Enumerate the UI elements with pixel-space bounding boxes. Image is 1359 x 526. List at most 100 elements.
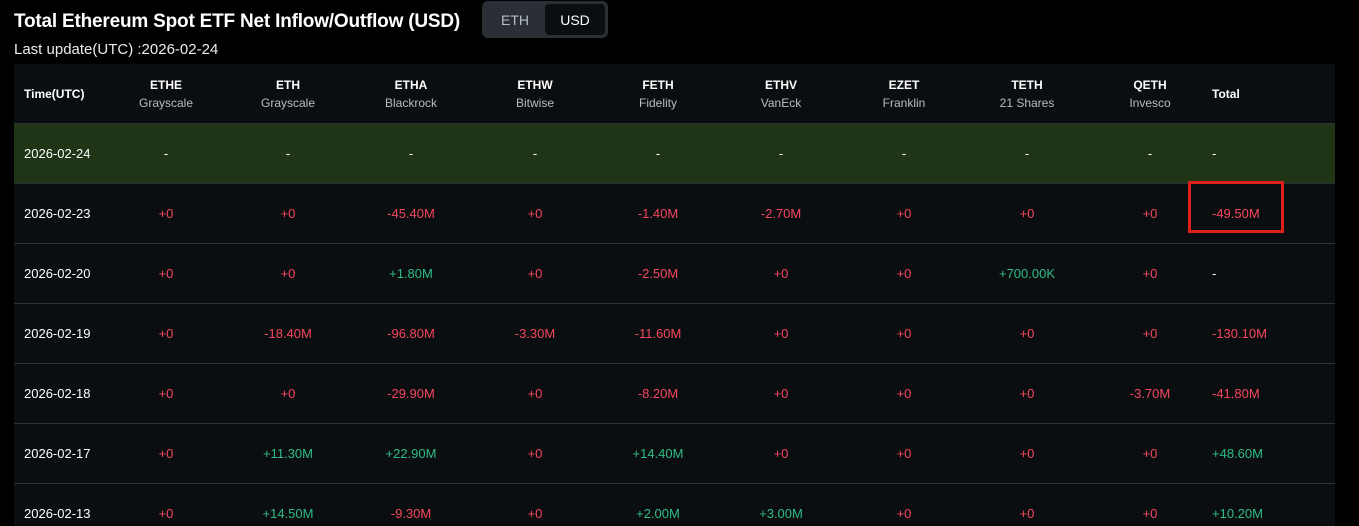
cell-ethe: +0 (158, 266, 174, 281)
cell-eth: - (285, 146, 291, 161)
cell-etha: +1.80M (389, 266, 433, 281)
etf-flow-page: Total Ethereum Spot ETF Net Inflow/Outfl… (0, 0, 1359, 526)
row-date: 2026-02-20 (24, 266, 91, 281)
cell-ezet: - (901, 146, 907, 161)
cell-feth: -1.40M (637, 206, 679, 221)
cell-ethv: +3.00M (759, 506, 803, 521)
table-row[interactable]: 2026-02-18 +0 +0 -29.90M +0 -8.20M +0 +0 +0 -3.70… (14, 364, 1335, 424)
cell-ethv: +0 (773, 266, 789, 281)
header-total: Total (1212, 64, 1312, 123)
header-time-label: Time(UTC) (24, 86, 85, 101)
cell-teth: +0 (1019, 506, 1035, 521)
header-issuer: VanEck (760, 95, 802, 110)
cell-etha: -45.40M (387, 206, 435, 221)
cell-eth: +0 (280, 386, 296, 401)
cell-total: +10.20M (1212, 506, 1263, 521)
cell-teth: - (1024, 146, 1030, 161)
cell-ethw: - (532, 146, 538, 161)
header-issuer: Invesco (1129, 95, 1171, 110)
cell-eth: +0 (280, 206, 296, 221)
header-issuer: Grayscale (138, 95, 194, 110)
cell-ethe: +0 (158, 446, 174, 461)
cell-ethv: +0 (773, 386, 789, 401)
cell-ezet: +0 (896, 386, 912, 401)
cell-eth: -18.40M (264, 326, 312, 341)
cell-qeth: +0 (1142, 266, 1158, 281)
table-row[interactable]: 2026-02-19 +0 -18.40M -96.80M -3.30M -11.60M +… (14, 304, 1335, 364)
header-col-ezet: EZET Franklin (849, 64, 959, 123)
header-code: TETH (1011, 77, 1043, 92)
cell-eth: +0 (280, 266, 296, 281)
cell-feth: -11.60M (634, 326, 682, 341)
cell-total: -130.10M (1212, 326, 1267, 341)
cell-ethe: - (163, 146, 169, 161)
header-code: ETH (276, 77, 300, 92)
header-issuer: Bitwise (515, 95, 554, 110)
cell-etha: -9.30M (390, 506, 432, 521)
header-code: ETHV (764, 77, 797, 92)
table-row[interactable]: 2026-02-24 - - - - - - - - - - (14, 124, 1335, 184)
header-issuer: Grayscale (260, 95, 316, 110)
row-date: 2026-02-23 (24, 206, 91, 221)
cell-ethv: -2.70M (760, 206, 802, 221)
cell-teth: +0 (1019, 326, 1035, 341)
header-issuer: 21 Shares (999, 95, 1055, 110)
cell-teth: +700.00K (998, 266, 1056, 281)
row-date: 2026-02-17 (24, 446, 91, 461)
cell-etha: +22.90M (385, 446, 437, 461)
etf-flow-table: Time(UTC) ETHE Grayscale ETH Grayscale ETHA Bl… (14, 64, 1335, 526)
cell-ethw: +0 (527, 266, 543, 281)
cell-qeth: +0 (1142, 446, 1158, 461)
header-time: Time(UTC) (24, 64, 124, 123)
cell-total: -41.80M (1212, 386, 1260, 401)
table-scroll-edge (1335, 64, 1359, 526)
header-col-qeth: QETH Invesco (1095, 64, 1205, 123)
cell-etha: -96.80M (387, 326, 435, 341)
cell-teth: +0 (1019, 386, 1035, 401)
cell-qeth: - (1147, 146, 1153, 161)
last-update-text: Last update(UTC) :2026-02-24 (14, 41, 219, 58)
cell-ezet: +0 (896, 446, 912, 461)
cell-ethw: +0 (527, 206, 543, 221)
cell-etha: -29.90M (387, 386, 435, 401)
table-row[interactable]: 2026-02-17 +0 +11.30M +22.90M +0 +14.40M +0 +0 +… (14, 424, 1335, 484)
header-col-eth: ETH Grayscale (233, 64, 343, 123)
cell-ethw: +0 (527, 446, 543, 461)
cell-ethw: -3.30M (514, 326, 556, 341)
page-header: Total Ethereum Spot ETF Net Inflow/Outfl… (14, 0, 460, 44)
toggle-eth-option[interactable]: ETH (485, 4, 545, 35)
cell-teth: +0 (1019, 446, 1035, 461)
cell-ethv: +0 (773, 326, 789, 341)
cell-eth: +11.30M (263, 446, 313, 461)
table-row[interactable]: 2026-02-23 +0 +0 -45.40M +0 -1.40M -2.70M +0 +0 +… (14, 184, 1335, 244)
header-code: FETH (642, 77, 674, 92)
header-total-label: Total (1212, 86, 1240, 101)
table-row[interactable]: 2026-02-20 +0 +0 +1.80M +0 -2.50M +0 +0 +700.00K… (14, 244, 1335, 304)
header-col-ethv: ETHV VanEck (726, 64, 836, 123)
header-code: EZET (888, 77, 920, 92)
unit-toggle: ETH USD (482, 1, 608, 38)
cell-feth: -8.20M (637, 386, 679, 401)
cell-total: +48.60M (1212, 446, 1263, 461)
cell-ezet: +0 (896, 506, 912, 521)
cell-feth: -2.50M (637, 266, 679, 281)
header-code: ETHA (394, 77, 428, 92)
row-date: 2026-02-19 (24, 326, 91, 341)
header-col-etha: ETHA Blackrock (356, 64, 466, 123)
cell-total: - (1212, 146, 1217, 161)
cell-ezet: +0 (896, 206, 912, 221)
cell-qeth: +0 (1142, 506, 1158, 521)
header-issuer: Fidelity (638, 95, 677, 110)
table-row[interactable]: 2026-02-13 +0 +14.50M -9.30M +0 +2.00M +3.00M +… (14, 484, 1335, 526)
header-code: ETHW (517, 77, 553, 92)
cell-feth: +2.00M (636, 506, 680, 521)
cell-ethw: +0 (527, 506, 543, 521)
header-code: QETH (1133, 77, 1167, 92)
toggle-usd-option[interactable]: USD (545, 4, 605, 35)
page-title: Total Ethereum Spot ETF Net Inflow/Outfl… (14, 11, 461, 32)
cell-ethw: +0 (527, 386, 543, 401)
cell-total: - (1212, 266, 1217, 281)
table-header-row: Time(UTC) ETHE Grayscale ETH Grayscale ETHA Bl… (14, 64, 1335, 124)
header-issuer: Franklin (882, 95, 926, 110)
cell-ethe: +0 (158, 326, 174, 341)
